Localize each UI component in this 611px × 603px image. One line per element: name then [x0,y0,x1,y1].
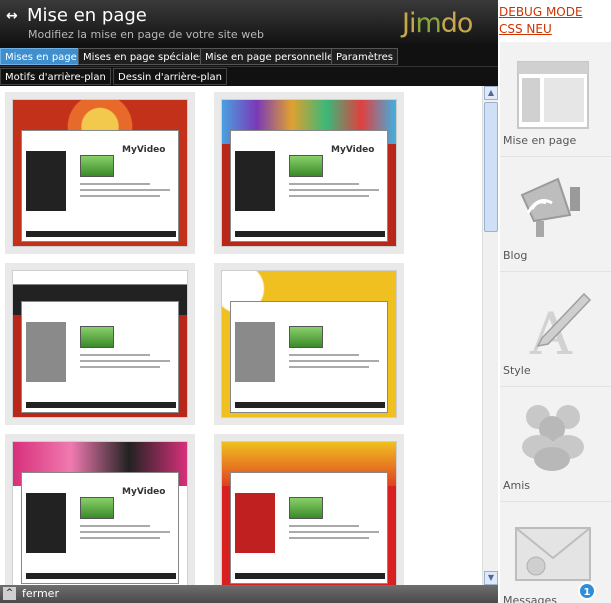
layout-photo [289,326,323,348]
layout-preview: MyVideo [12,99,188,247]
chevron-up-icon[interactable]: ^ [3,587,16,600]
layout-text-line [80,531,170,533]
sidebar-item-style[interactable]: A Style [500,272,611,387]
scroll-down-icon[interactable]: ▼ [484,571,498,585]
layout-grid: MyVideo MyVideo MyVideo [0,86,482,585]
layout-thumbnail[interactable]: MyVideo [5,434,195,585]
layout-text-line [80,360,170,362]
envelope-icon [515,527,591,581]
layout-icon [517,61,589,129]
layout-nav [26,322,66,382]
layout-nav [235,493,275,553]
layout-photo [289,155,323,177]
sidebar-item-label: Messages [503,594,557,603]
messages-count-badge: 1 [578,582,596,600]
layout-footer [235,231,385,237]
layout-text-line [289,525,359,527]
tab-parametres[interactable]: Paramètres [331,48,399,65]
panel-subtitle: Modifiez la mise en page de votre site w… [28,28,264,41]
layout-text-line [289,354,359,356]
layout-page: MyVideo [21,472,179,584]
layout-page: MyVideo [230,130,388,242]
layout-page [230,472,388,584]
sidebar-item-label: Blog [503,249,528,262]
layout-preview [221,441,397,585]
css-neu-link[interactable]: CSS NEU [499,22,552,36]
layout-nav [235,151,275,211]
layout-text-line [289,537,369,539]
panel-header: ↔ Mise en page Modifiez la mise en page … [0,0,498,46]
layout-text-line [80,354,150,356]
layout-footer [26,573,176,579]
layout-nav [26,151,66,211]
layout-text-line [80,366,160,368]
sidebar: Mise en page Blog A Style Amis [500,42,611,603]
panel-footer: ^ fermer [0,585,498,603]
tab-dessin-arriere-plan[interactable]: Dessin d'arrière-plan [113,68,228,85]
layout-text-line [80,195,160,197]
layout-footer [26,231,176,237]
layout-text-line [289,360,379,362]
layout-photo [289,497,323,519]
sidebar-item-label: Style [503,364,531,377]
debug-mode-link[interactable]: DEBUG MODE [499,5,583,19]
layout-tabs: Mises en page Mises en page spéciales Mi… [0,46,498,66]
layout-text-line [289,189,379,191]
layout-text-line [80,537,160,539]
layout-preview [221,270,397,418]
layout-text-line [80,525,150,527]
layout-preview [12,270,188,418]
layout-text-line [80,189,170,191]
sidebar-item-label: Amis [503,479,531,492]
sidebar-item-amis[interactable]: Amis [500,387,611,502]
panel-title: Mise en page [27,5,147,26]
layout-photo [80,155,114,177]
layout-page [230,301,388,413]
layout-text-line [289,183,359,185]
sidebar-item-mise-en-page[interactable]: Mise en page [500,42,611,157]
layout-thumbnail[interactable] [214,263,404,425]
layout-footer [26,402,176,408]
layout-nav [26,493,66,553]
layout-thumbnail[interactable] [214,434,404,585]
sidebar-item-label: Mise en page [503,134,577,147]
tab-mises-en-page-speciales[interactable]: Mises en page spéciales [78,48,210,65]
grid-scrollbar[interactable]: ▲ ▼ [482,86,498,585]
layout-preview: MyVideo [12,441,188,585]
layout-brand: MyVideo [122,487,166,497]
layout-page: MyVideo [21,130,179,242]
layout-footer [235,402,385,408]
megaphone-icon [520,177,580,237]
tab-motifs-arriere-plan[interactable]: Motifs d'arrière-plan [0,68,111,85]
layout-thumbnail[interactable] [5,263,195,425]
layout-preview: MyVideo [221,99,397,247]
scroll-up-icon[interactable]: ▲ [484,86,498,100]
layout-text-line [289,195,369,197]
sidebar-item-blog[interactable]: Blog [500,157,611,272]
jimdo-logo: Jimdo [402,8,473,39]
layout-photo [80,497,114,519]
layout-page [21,301,179,413]
layout-brand: MyVideo [331,145,375,155]
tab-mise-en-page-personnelle[interactable]: Mise en page personnelle [200,48,339,65]
move-arrows-icon[interactable]: ↔ [6,8,18,24]
tab-mises-en-page[interactable]: Mises en page [0,48,82,65]
scrollbar-thumb[interactable] [484,102,498,232]
layout-nav [235,322,275,382]
layout-text-line [80,183,150,185]
layout-panel: ↔ Mise en page Modifiez la mise en page … [0,0,498,603]
pen-icon: A [529,292,592,360]
background-tabs: Motifs d'arrière-plan Dessin d'arrière-p… [0,66,498,86]
layout-text-line [289,366,369,368]
friends-icon [522,405,584,471]
layout-text-line [289,531,379,533]
layout-thumbnail[interactable]: MyVideo [5,92,195,254]
layout-brand: MyVideo [122,145,166,155]
close-link[interactable]: fermer [22,587,59,600]
layout-photo [80,326,114,348]
layout-thumbnail[interactable]: MyVideo [214,92,404,254]
layout-footer [235,573,385,579]
